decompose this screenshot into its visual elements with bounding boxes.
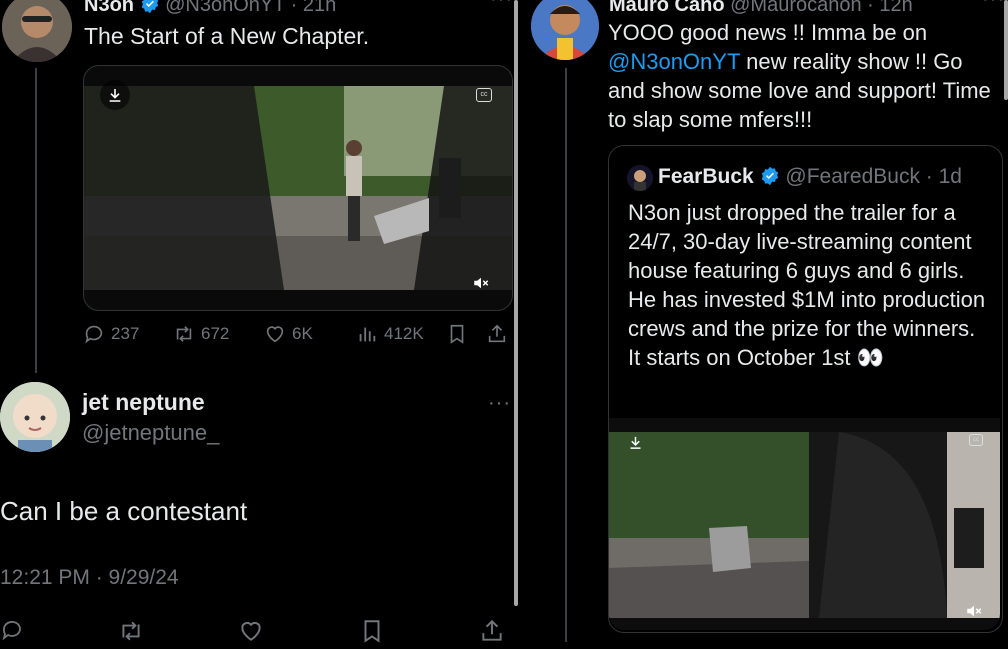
reply-more-options-icon[interactable]: ··· [488, 392, 511, 415]
right-tweet-header: Mauro Cano @Maurocanon · 12h [609, 0, 913, 17]
quoted-video-player[interactable]: cc [609, 418, 1000, 630]
verified-icon [141, 0, 158, 14]
reply-button[interactable]: 237 [83, 323, 139, 345]
right-handle-time: @Maurocanon · 12h [730, 0, 913, 16]
captions-icon[interactable]: cc [476, 88, 492, 102]
bookmark-icon[interactable] [446, 323, 468, 345]
repost-button[interactable]: 672 [173, 323, 229, 345]
mauro-cano-avatar[interactable] [531, 0, 599, 60]
like-button[interactable]: 6K [264, 323, 313, 345]
right-more-options-icon[interactable]: ··· [982, 0, 1005, 11]
reply-count: 237 [111, 324, 140, 343]
tweet-text: The Start of a New Chapter. [84, 23, 370, 49]
video-frame [84, 86, 512, 290]
author-name[interactable]: N3on [84, 0, 134, 16]
view-count: 412K [384, 324, 424, 343]
column-divider [565, 68, 567, 642]
quoted-download-icon[interactable] [623, 430, 647, 454]
reply-reply-icon[interactable] [0, 618, 24, 647]
handle-time: @N3onOnYT · 21h [165, 0, 337, 16]
fearbuck-avatar [627, 165, 653, 191]
reply-handle[interactable]: @jetneptune_ [82, 420, 219, 446]
reply-timestamp[interactable]: 12:21 PM · 9/29/24 [0, 566, 179, 590]
right-author-name[interactable]: Mauro Cano [609, 0, 725, 16]
n3on-avatar[interactable] [2, 0, 72, 62]
views-button[interactable]: 412K [356, 323, 424, 345]
quoted-captions-icon[interactable]: cc [969, 434, 983, 446]
share-icon[interactable] [486, 323, 508, 345]
download-icon[interactable] [100, 80, 130, 110]
repost-count: 672 [201, 324, 230, 343]
scrollbar[interactable] [514, 0, 518, 606]
reply-like-icon[interactable] [238, 618, 264, 649]
left-tweet-header: N3on @N3onOnYT · 21h [84, 0, 336, 17]
jet-neptune-avatar[interactable] [0, 382, 70, 452]
reply-author-name[interactable]: jet neptune [82, 389, 205, 416]
quoted-handle-time: @FearedBuck · 1d [785, 165, 962, 188]
mention-link[interactable]: @N3onOnYT [608, 49, 740, 74]
right-scrollbar[interactable] [1004, 0, 1008, 100]
reply-text: Can I be a contestant [0, 496, 248, 526]
quoted-author-name: FearBuck [658, 165, 754, 188]
right-tweet-text: YOOO good news !! Imma be on @N3onOnYT n… [608, 18, 1004, 134]
quoted-header: FearBuck @FearedBuck · 1d [658, 165, 962, 189]
more-options-icon[interactable]: ··· [490, 0, 513, 11]
quoted-mute-icon[interactable] [965, 602, 983, 625]
reply-share-icon[interactable] [479, 618, 505, 649]
quoted-text: N3on just dropped the trailer for a 24/7… [628, 200, 986, 370]
like-count: 6K [292, 324, 313, 343]
reply-bookmark-icon[interactable] [359, 618, 385, 649]
reply-repost-icon[interactable] [118, 618, 144, 649]
video-player[interactable]: cc [83, 65, 513, 311]
quoted-verified-icon [761, 166, 778, 186]
thread-line [35, 68, 37, 373]
right-text-before: YOOO good news !! Imma be on [608, 20, 928, 45]
mute-icon[interactable] [472, 274, 490, 297]
